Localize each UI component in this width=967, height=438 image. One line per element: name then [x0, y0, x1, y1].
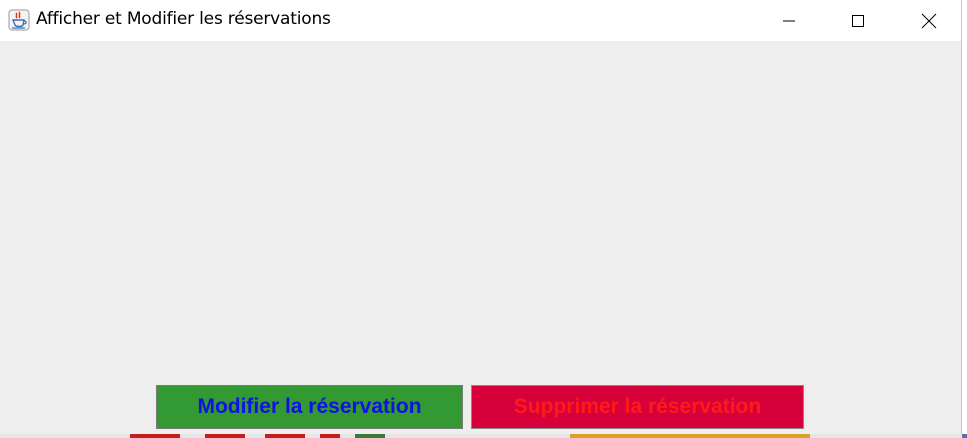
- close-icon: [921, 13, 937, 29]
- background-segment: [355, 434, 385, 438]
- minimize-button[interactable]: [766, 0, 812, 41]
- background-segment: [570, 434, 810, 438]
- background-window-edge: [0, 434, 967, 438]
- delete-reservation-label: Supprimer la réservation: [513, 395, 762, 418]
- background-segment: [320, 434, 340, 438]
- modify-reservation-label: Modifier la réservation: [197, 395, 422, 418]
- content-panel: Modifier la réservation Supprimer la rés…: [0, 41, 961, 438]
- background-segment: [265, 434, 305, 438]
- title-bar[interactable]: Afficher et Modifier les réservations: [0, 0, 961, 41]
- app-window: Afficher et Modifier les réservations Mo…: [0, 0, 962, 438]
- java-app-icon: [8, 9, 30, 31]
- maximize-button[interactable]: [835, 0, 881, 41]
- close-button[interactable]: [906, 0, 952, 41]
- window-title: Afficher et Modifier les réservations: [36, 9, 331, 29]
- background-segment: [205, 434, 245, 438]
- delete-reservation-button[interactable]: Supprimer la réservation: [471, 385, 804, 429]
- background-segment: [130, 434, 180, 438]
- background-segment: [962, 434, 967, 438]
- maximize-icon: [851, 14, 865, 28]
- modify-reservation-button[interactable]: Modifier la réservation: [156, 385, 463, 429]
- minimize-icon: [782, 14, 796, 28]
